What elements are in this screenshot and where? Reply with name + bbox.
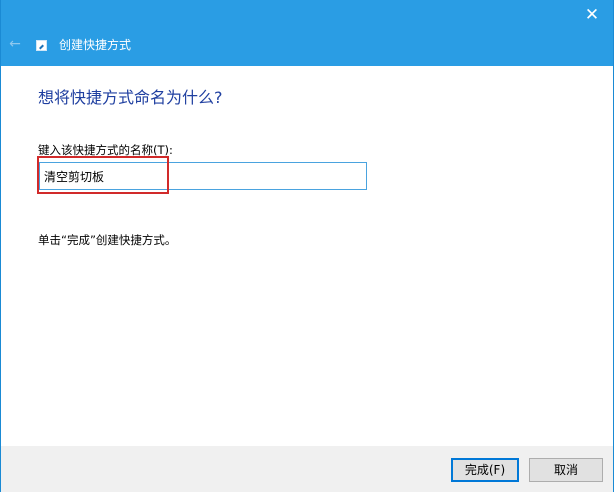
close-icon: ✕ xyxy=(584,5,600,25)
page-heading: 想将快捷方式命名为什么? xyxy=(38,88,223,107)
finish-button[interactable]: 完成(F) xyxy=(451,458,519,482)
shortcut-name-input[interactable] xyxy=(39,162,367,190)
shortcut-icon xyxy=(36,40,47,51)
cancel-button[interactable]: 取消 xyxy=(529,458,603,482)
shortcut-name-label: 键入该快捷方式的名称(T): xyxy=(38,143,173,157)
close-button[interactable]: ✕ xyxy=(577,2,607,28)
finish-hint-text: 单击“完成”创建快捷方式。 xyxy=(38,233,177,247)
create-shortcut-window: ✕ ← 创建快捷方式 想将快捷方式命名为什么? 键入该快捷方式的名称(T): 单… xyxy=(0,0,614,492)
back-button[interactable]: ← xyxy=(6,35,24,53)
wizard-title: 创建快捷方式 xyxy=(59,38,132,52)
title-bar: ✕ ← 创建快捷方式 xyxy=(1,0,613,66)
button-bar: 完成(F) 取消 xyxy=(1,446,613,492)
back-arrow-icon: ← xyxy=(9,36,21,52)
